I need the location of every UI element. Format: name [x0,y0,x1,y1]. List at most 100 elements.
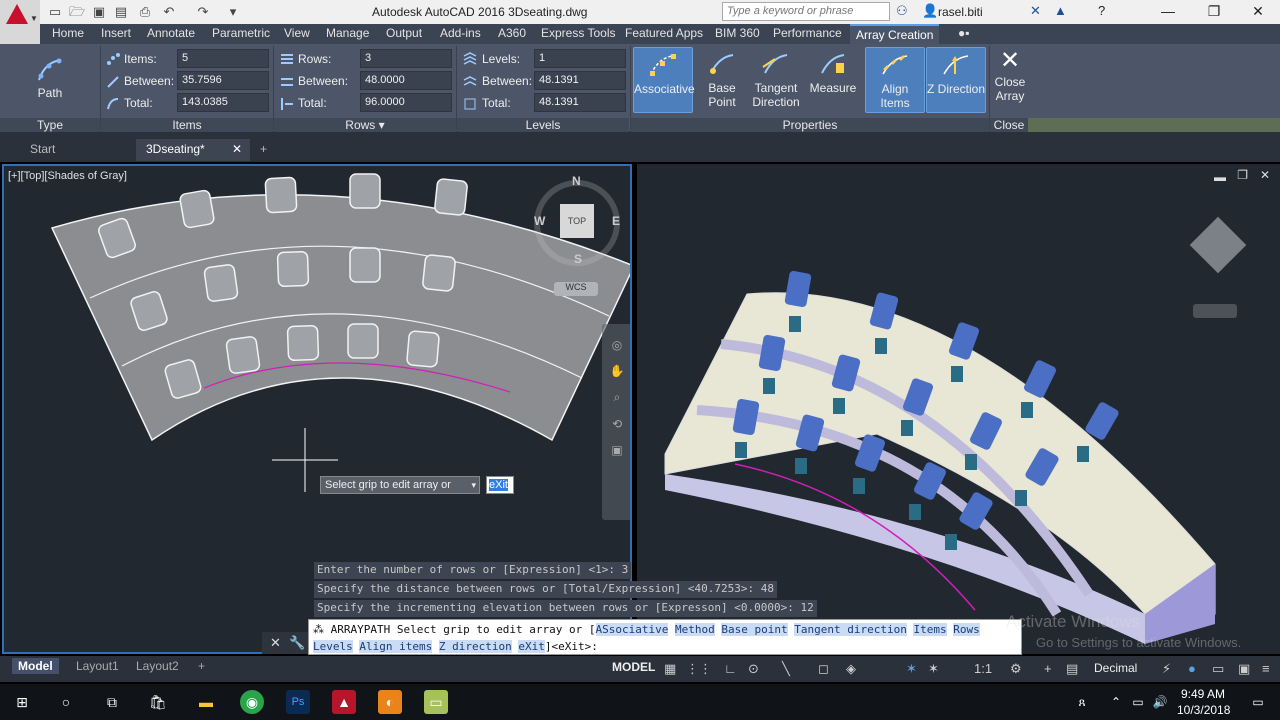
tab-insert[interactable]: Insert [101,26,131,40]
people-icon[interactable]: ጸ [1070,690,1094,714]
help-icon[interactable]: ? [1098,3,1105,18]
tab-start[interactable]: Start [20,139,132,161]
levels-count-field[interactable]: 1 [534,49,626,68]
add-plus-icon[interactable]: + [1044,661,1052,676]
hardware-accel-icon[interactable]: ▭ [1212,661,1224,677]
measure-button[interactable]: Measure [806,47,860,113]
store-icon[interactable]: 🛍 [146,690,170,714]
keyword-align-items[interactable]: Align items [359,640,433,653]
command-search-icon[interactable]: ⁂ [313,623,324,636]
new-layout-plus-icon[interactable]: + [192,658,211,674]
tab-annotate[interactable]: Annotate [147,26,195,40]
3d-osnap-icon[interactable]: ◈ [846,661,856,677]
levels-total-field[interactable]: 48.1391 [534,93,626,112]
rows-between-field[interactable]: 48.0000 [360,71,452,90]
close-tab-icon[interactable]: ✕ [232,142,242,156]
keyword-associative[interactable]: ASsociative [595,623,669,636]
wcs-menu-3d[interactable] [1193,304,1237,318]
close-command-line-icon[interactable]: ✕ [270,635,281,651]
tab-home[interactable]: Home [52,26,84,40]
keyword-levels[interactable]: Levels [313,640,353,653]
tab-add-ins[interactable]: Add-ins [440,26,481,40]
keyword-exit[interactable]: eXit [518,640,545,653]
z-direction-button[interactable]: Z Direction [926,47,986,113]
command-line[interactable]: ⁂ ARRAYPATH Select grip to edit array or… [308,619,1022,655]
units-selector[interactable]: Decimal [1094,661,1137,675]
align-items-button[interactable]: Align Items [865,47,925,113]
tab-3dseating[interactable]: 3Dseating* ✕ [136,139,250,161]
keyword-method[interactable]: Method [675,623,715,636]
keyword-rows[interactable]: Rows [953,623,980,636]
redo-icon[interactable]: ↷ [194,3,212,21]
rows-total-field[interactable]: 96.0000 [360,93,452,112]
application-menu-button[interactable]: ▼ [0,0,40,44]
clean-screen-icon[interactable]: ▣ [1238,661,1250,677]
exit-option-button[interactable]: eXit [486,476,514,494]
annotation-scale[interactable]: 1:1 [974,661,992,676]
isodraft-icon[interactable]: ╲ [782,661,790,677]
a360-icon[interactable]: ▲ [1054,3,1067,18]
tab-a360[interactable]: A360 [498,26,526,40]
file-explorer-icon[interactable]: ▬ [194,690,218,714]
save-icon[interactable]: ▣ [90,3,108,21]
layout-tab-model[interactable]: Model [12,658,59,674]
notes-app-icon[interactable]: ▭ [424,690,448,714]
open-folder-icon[interactable]: 🗁 [68,3,86,21]
showmotion-icon[interactable]: ▣ [602,443,630,457]
new-file-icon[interactable]: ▭ [46,3,64,21]
exchange-x-icon[interactable]: ✕ [1030,3,1041,19]
associative-button[interactable]: Associative [633,47,695,113]
tray-chevron-icon[interactable]: ⌃ [1104,690,1128,714]
items-count-field[interactable]: 5 [177,49,269,68]
save-as-icon[interactable]: ▤ [112,3,130,21]
minimize-icon[interactable]: — [1148,0,1188,24]
tab-view[interactable]: View [284,26,310,40]
tab-bim-360[interactable]: BIM 360 [715,26,760,40]
annotation-visibility-icon[interactable]: ✶ [906,661,917,677]
tab-array-creation[interactable]: Array Creation [850,24,940,44]
photoshop-icon[interactable]: Ps [286,690,310,714]
tangent-direction-button[interactable]: Tangent Direction [750,47,802,117]
workspace-gear-icon[interactable]: ⚙ [1010,661,1022,677]
ortho-icon[interactable]: ∟ [724,661,737,676]
windows-start-icon[interactable]: ⊞ [10,690,34,714]
task-view-icon[interactable]: ⧉ [100,690,124,714]
restore-icon[interactable]: ❐ [1194,0,1234,24]
model-space-button[interactable]: MODEL [612,660,655,674]
base-point-button[interactable]: Base Point [694,47,750,113]
close-array-button[interactable]: ✕ Close Array [992,47,1028,117]
new-tab-plus-icon[interactable]: + [254,139,280,161]
polar-icon[interactable]: ⊙ [748,661,759,677]
tab-manage[interactable]: Manage [326,26,369,40]
user-icon[interactable]: 👤 [922,3,938,19]
qat-dropdown-icon[interactable]: ▾ [224,3,242,21]
items-between-field[interactable]: 35.7596 [177,71,269,90]
chrome-icon[interactable]: ◉ [240,690,264,714]
pan-icon[interactable]: ✋ [602,364,630,378]
autocad-taskbar-icon[interactable]: ▲ [332,690,356,714]
keyword-base-point[interactable]: Base point [721,623,788,636]
keyword-items[interactable]: Items [913,623,947,636]
compass-west[interactable]: W [534,214,545,228]
osnap-icon[interactable]: ◻ [818,661,829,677]
compass-north[interactable]: N [572,174,581,188]
viewcube-top-face[interactable]: TOP [560,204,594,238]
screen-recorder-icon[interactable]: ◐ [378,690,402,714]
orbit-icon[interactable]: ⟲ [602,417,630,431]
binoculars-icon[interactable]: ⚇ [896,3,908,19]
customization-menu-icon[interactable]: ≡ [1262,661,1270,676]
cortana-search-icon[interactable]: ○ [54,690,78,714]
ribbon-options-icon[interactable]: ●▪ [958,26,970,40]
clock-date[interactable]: 10/3/2018 [1177,703,1230,717]
volume-icon[interactable]: 🔊 [1148,690,1172,714]
tab-featured-apps[interactable]: Featured Apps [625,26,703,40]
print-icon[interactable]: ⎙ [136,3,154,21]
levels-between-field[interactable]: 48.1391 [534,71,626,90]
customize-wrench-icon[interactable]: 🔧 [289,635,305,651]
zoom-icon[interactable]: ⌕ [602,390,630,405]
isolate-objects-icon[interactable]: ● [1188,661,1196,676]
tab-express-tools[interactable]: Express Tools [541,26,615,40]
compass-east[interactable]: E [612,214,620,228]
snap-icon[interactable]: ⋮⋮ [686,661,712,677]
keyword-z-direction[interactable]: Z direction [438,640,512,653]
